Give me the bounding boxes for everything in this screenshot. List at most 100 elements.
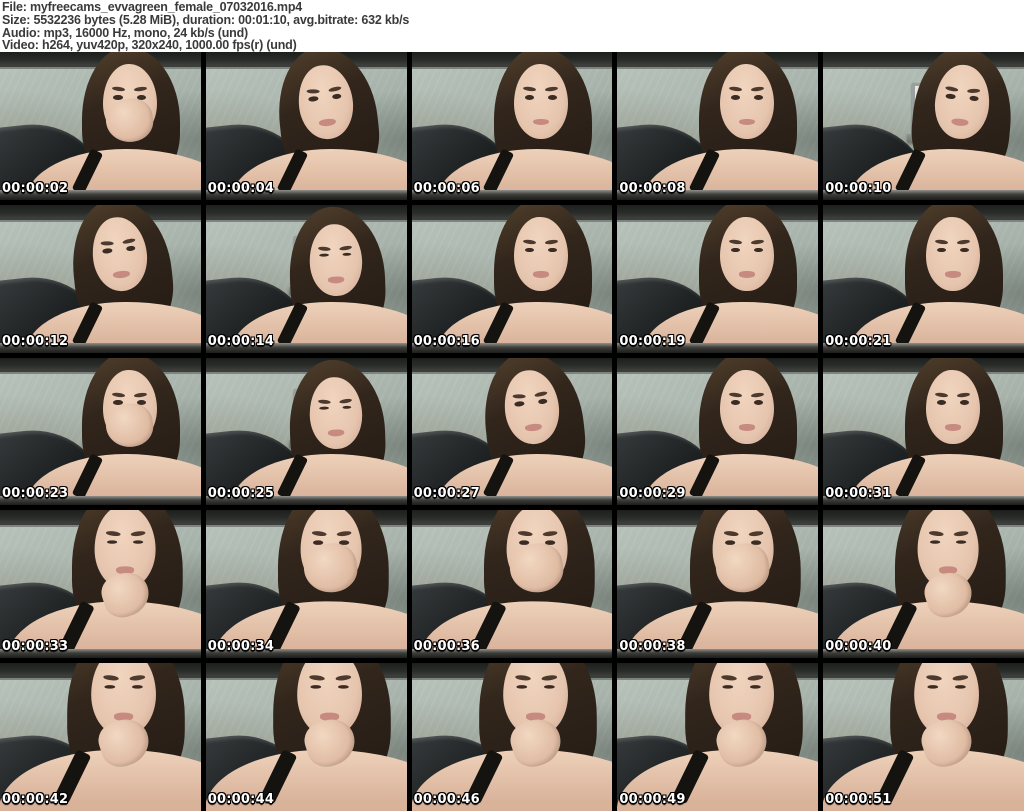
timestamp-label: 00:00:29: [619, 486, 686, 502]
eye-left: [319, 254, 329, 258]
file-info-line: File: myfreecams_evvagreen_female_070320…: [2, 0, 303, 14]
eyebrow-right: [751, 239, 765, 246]
video-thumbnail: 00:00:38: [617, 510, 819, 659]
eyebrow-right: [122, 237, 137, 246]
eye-left: [936, 400, 946, 406]
person: [642, 52, 819, 200]
eyebrow-right: [338, 398, 353, 405]
eye-right: [959, 400, 969, 406]
eye-right: [753, 94, 764, 100]
eyebrow-right: [746, 675, 764, 683]
eyebrow-right: [956, 392, 971, 399]
face: [719, 369, 774, 445]
timestamp-label: 00:00:33: [2, 639, 69, 655]
person: [823, 663, 1024, 811]
eyebrow-left: [317, 399, 331, 405]
eyebrow-right: [953, 530, 970, 538]
video-thumbnail: 00:00:19: [617, 204, 819, 353]
eye-left: [516, 684, 528, 689]
eyebrow-right: [541, 530, 558, 538]
eye-left: [308, 95, 318, 102]
eye-right: [133, 539, 144, 544]
eyebrow-left: [928, 530, 945, 538]
eyebrow-left: [111, 392, 126, 399]
person: [437, 357, 613, 506]
eye-left: [936, 247, 946, 253]
video-thumbnail: 00:00:51: [823, 663, 1024, 811]
video-thumbnail: 00:00:16: [411, 204, 613, 353]
eyebrow-right: [533, 390, 548, 398]
eyebrow-left: [516, 530, 533, 538]
timestamp-label: 00:00:10: [825, 180, 892, 196]
person: [848, 357, 1024, 506]
eye-right: [125, 246, 136, 252]
face: [514, 217, 569, 292]
timestamp-label: 00:00:34: [207, 639, 275, 655]
eye-right: [959, 247, 969, 253]
eyebrow-left: [925, 675, 943, 683]
person: [831, 510, 1024, 659]
eyebrow-left: [728, 86, 743, 93]
person: [625, 510, 819, 659]
timestamp-label: 00:00:44: [207, 792, 275, 807]
person: [848, 204, 1024, 353]
eye-left: [730, 94, 740, 100]
lips: [318, 117, 336, 127]
face: [925, 217, 980, 292]
eye-left: [722, 684, 734, 689]
video-thumbnail: 00:00:12: [0, 204, 201, 353]
eyebrow-right: [545, 86, 560, 93]
eye-left: [113, 94, 123, 100]
eye-right: [956, 539, 968, 544]
video-thumbnail: 00:00:14: [205, 204, 407, 353]
eye-right: [544, 684, 556, 689]
lips: [738, 271, 755, 279]
video-thumbnail: 00:00:02: [0, 52, 201, 200]
timestamp-label: 00:00:14: [207, 333, 275, 349]
eyebrow-left: [728, 392, 743, 399]
head: [895, 510, 1006, 643]
face: [719, 64, 774, 139]
video-thumbnail: 00:00:33: [0, 510, 201, 659]
eye-left: [104, 684, 116, 689]
head: [493, 52, 592, 186]
eyebrow-right: [545, 239, 560, 246]
video-thumbnail: 00:00:06: [411, 52, 613, 200]
size-info-line: Size: 5532236 bytes (5.28 MiB), duration…: [2, 12, 410, 27]
head: [71, 510, 183, 643]
person: [642, 357, 819, 506]
eyebrow-right: [956, 239, 971, 246]
eye-left: [319, 406, 329, 411]
person: [205, 663, 407, 811]
timestamp-label: 00:00:25: [207, 486, 275, 502]
timestamp-label: 00:00:12: [2, 333, 69, 349]
timestamp-label: 00:00:19: [619, 333, 686, 349]
lips: [738, 424, 755, 431]
person: [642, 204, 819, 353]
eye-left: [524, 247, 535, 253]
eye-right: [548, 94, 558, 100]
lips: [738, 118, 755, 126]
eyebrow-right: [129, 675, 146, 683]
eye-left: [310, 684, 322, 689]
thumbnail-grid: 00:00:02 00:00:04 00:00:06 00:00:08 00:0…: [0, 52, 1024, 811]
lips: [327, 429, 344, 437]
video-thumbnail: 00:00:40: [823, 510, 1024, 659]
timestamp-label: 00:00:23: [2, 486, 69, 502]
person: [419, 510, 613, 659]
video-thumbnail: 00:00:42: [0, 663, 201, 811]
timestamp-label: 00:00:49: [619, 792, 686, 807]
timestamp-label: 00:00:51: [825, 792, 892, 807]
eyebrow-left: [944, 84, 959, 93]
eye-right: [955, 684, 967, 689]
eyebrow-left: [934, 239, 949, 246]
video-thumbnail: 00:00:29: [617, 357, 819, 506]
eyebrow-left: [934, 392, 949, 399]
lips: [944, 271, 961, 279]
lips: [951, 117, 969, 126]
eyebrow-left: [719, 675, 737, 683]
lips: [524, 423, 542, 432]
lips: [944, 424, 961, 431]
person: [25, 357, 201, 506]
timestamp-label: 00:00:04: [207, 180, 275, 196]
